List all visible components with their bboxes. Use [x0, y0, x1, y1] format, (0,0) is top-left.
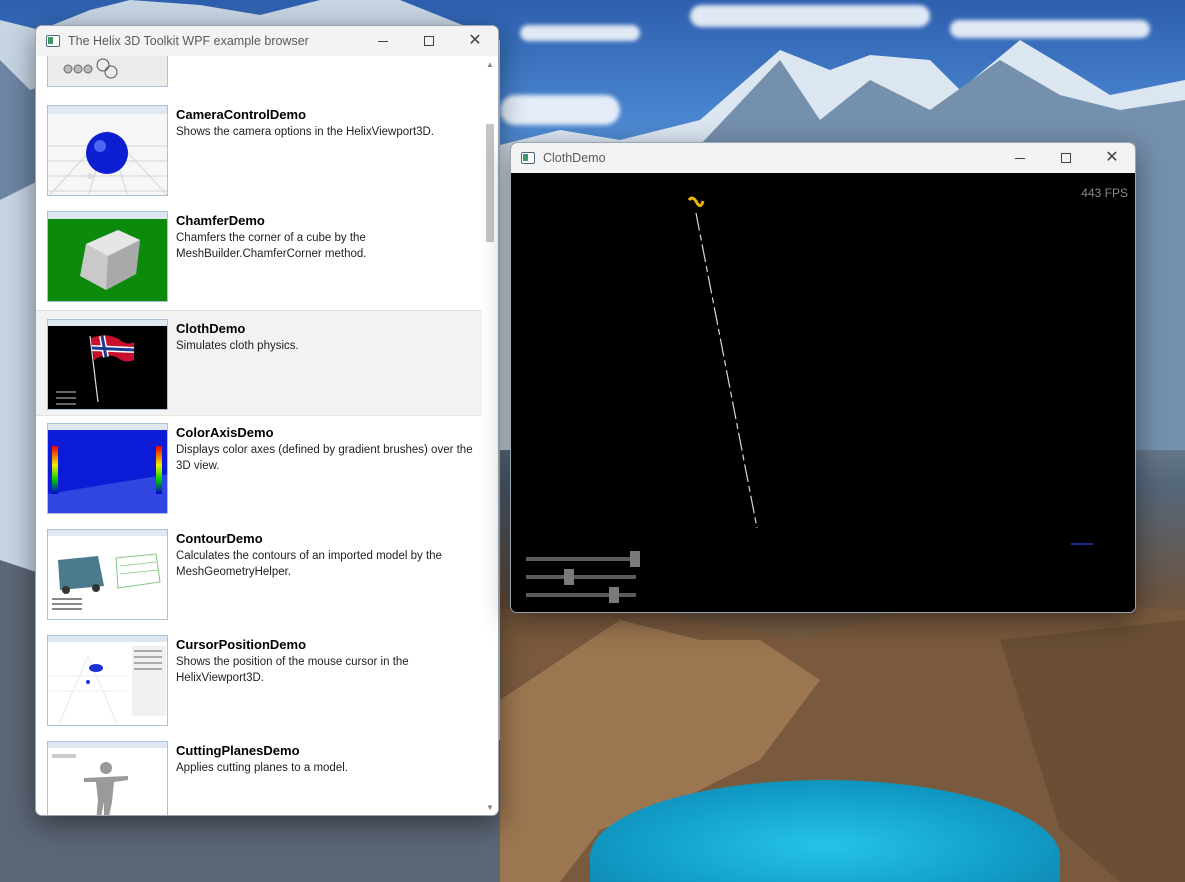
thumbnail-image — [48, 636, 167, 725]
close-icon: ✕ — [468, 32, 482, 49]
item-name: CameraControlDemo — [176, 107, 307, 122]
slider-track — [526, 557, 636, 561]
scroll-down-icon[interactable]: ▼ — [485, 803, 495, 813]
slider-2[interactable] — [526, 569, 636, 585]
thumbnail-image — [48, 530, 167, 610]
thumbnail-cutting-planes — [47, 741, 168, 815]
scrollbar-thumb[interactable] — [486, 124, 494, 242]
list-item[interactable]: ChamferDemo Chamfers the corner of a cub… — [36, 211, 484, 317]
item-description: Shows the camera options in the HelixVie… — [176, 126, 435, 138]
list-item[interactable]: CameraControlDemo Shows the camera optio… — [36, 105, 484, 211]
thumbnail-image — [48, 106, 167, 195]
item-name: CuttingPlanesDemo — [176, 743, 300, 758]
item-description: Chamfers the corner of a cube by the Mes… — [176, 232, 367, 260]
thumbnail-image — [63, 58, 118, 79]
slider-3[interactable] — [526, 587, 636, 603]
maximize-icon — [1061, 153, 1071, 163]
item-name: ClothDemo — [176, 321, 246, 336]
cloth-demo-window[interactable]: ClothDemo ✕ 443 FPS — [510, 142, 1136, 613]
item-description: Applies cutting planes to a model. — [176, 762, 348, 774]
thumbnail-cursor-position — [47, 635, 168, 726]
app-icon — [521, 152, 535, 164]
scroll-up-icon[interactable]: ▲ — [485, 60, 495, 70]
cloth-window-title: ClothDemo — [543, 151, 606, 165]
maximize-button[interactable] — [406, 26, 452, 56]
close-icon: ✕ — [1105, 149, 1119, 166]
cloth-titlebar[interactable]: ClothDemo ✕ — [511, 143, 1135, 173]
item-description: Shows the position of the mouse cursor i… — [176, 656, 409, 684]
slider-thumb[interactable] — [630, 551, 640, 567]
thumbnail-camera-control — [47, 105, 168, 196]
slider-track — [526, 575, 636, 579]
list-item-partial[interactable] — [36, 56, 484, 87]
thumbnail-chamfer — [47, 211, 168, 302]
close-button[interactable]: ✕ — [452, 26, 498, 56]
list-item[interactable]: CuttingPlanesDemo Applies cutting planes… — [36, 741, 484, 815]
thumbnail-contour — [47, 529, 168, 620]
thumbnail-color-axis — [47, 423, 168, 514]
item-name: ContourDemo — [176, 531, 263, 546]
list-item[interactable]: CursorPositionDemo Shows the position of… — [36, 635, 484, 741]
thumbnail-partial — [47, 56, 168, 87]
slider-1[interactable] — [526, 551, 640, 567]
example-list[interactable]: CameraControlDemo Shows the camera optio… — [36, 56, 484, 815]
list-item-selected[interactable]: ClothDemo Simulates cloth physics. — [36, 310, 484, 416]
list-item[interactable]: ContourDemo Calculates the contours of a… — [36, 529, 484, 635]
thumbnail-image — [48, 212, 167, 290]
vertical-scrollbar[interactable]: ▲ ▼ — [482, 56, 498, 815]
fps-counter: 443 FPS — [1081, 186, 1128, 200]
minimize-icon — [378, 40, 388, 42]
thumbnail-image — [48, 742, 167, 815]
item-name: ChamferDemo — [176, 213, 265, 228]
browser-titlebar[interactable]: The Helix 3D Toolkit WPF example browser… — [36, 26, 498, 56]
3d-viewport[interactable]: 443 FPS — [511, 173, 1135, 612]
slider-thumb[interactable] — [609, 587, 619, 603]
example-browser-window[interactable]: The Helix 3D Toolkit WPF example browser… — [35, 25, 499, 816]
maximize-button[interactable] — [1043, 143, 1089, 173]
item-description: Displays color axes (defined by gradient… — [176, 444, 473, 472]
list-item[interactable]: ColorAxisDemo Displays color axes (defin… — [36, 423, 484, 529]
slider-track — [526, 593, 636, 597]
minimize-button[interactable] — [360, 26, 406, 56]
app-icon — [46, 35, 60, 47]
thumbnail-image — [48, 320, 167, 405]
thumbnail-cloth — [47, 319, 168, 410]
item-description: Calculates the contours of an imported m… — [176, 550, 442, 578]
thumbnail-image — [48, 424, 167, 513]
item-name: CursorPositionDemo — [176, 637, 307, 652]
browser-window-title: The Helix 3D Toolkit WPF example browser — [68, 34, 309, 48]
item-name: ColorAxisDemo — [176, 425, 274, 440]
maximize-icon — [424, 36, 434, 46]
slider-thumb[interactable] — [564, 569, 574, 585]
minimize-icon — [1015, 157, 1025, 159]
cloth-scene — [687, 196, 1093, 545]
item-description: Simulates cloth physics. — [176, 340, 299, 352]
close-button[interactable]: ✕ — [1089, 143, 1135, 173]
minimize-button[interactable] — [997, 143, 1043, 173]
